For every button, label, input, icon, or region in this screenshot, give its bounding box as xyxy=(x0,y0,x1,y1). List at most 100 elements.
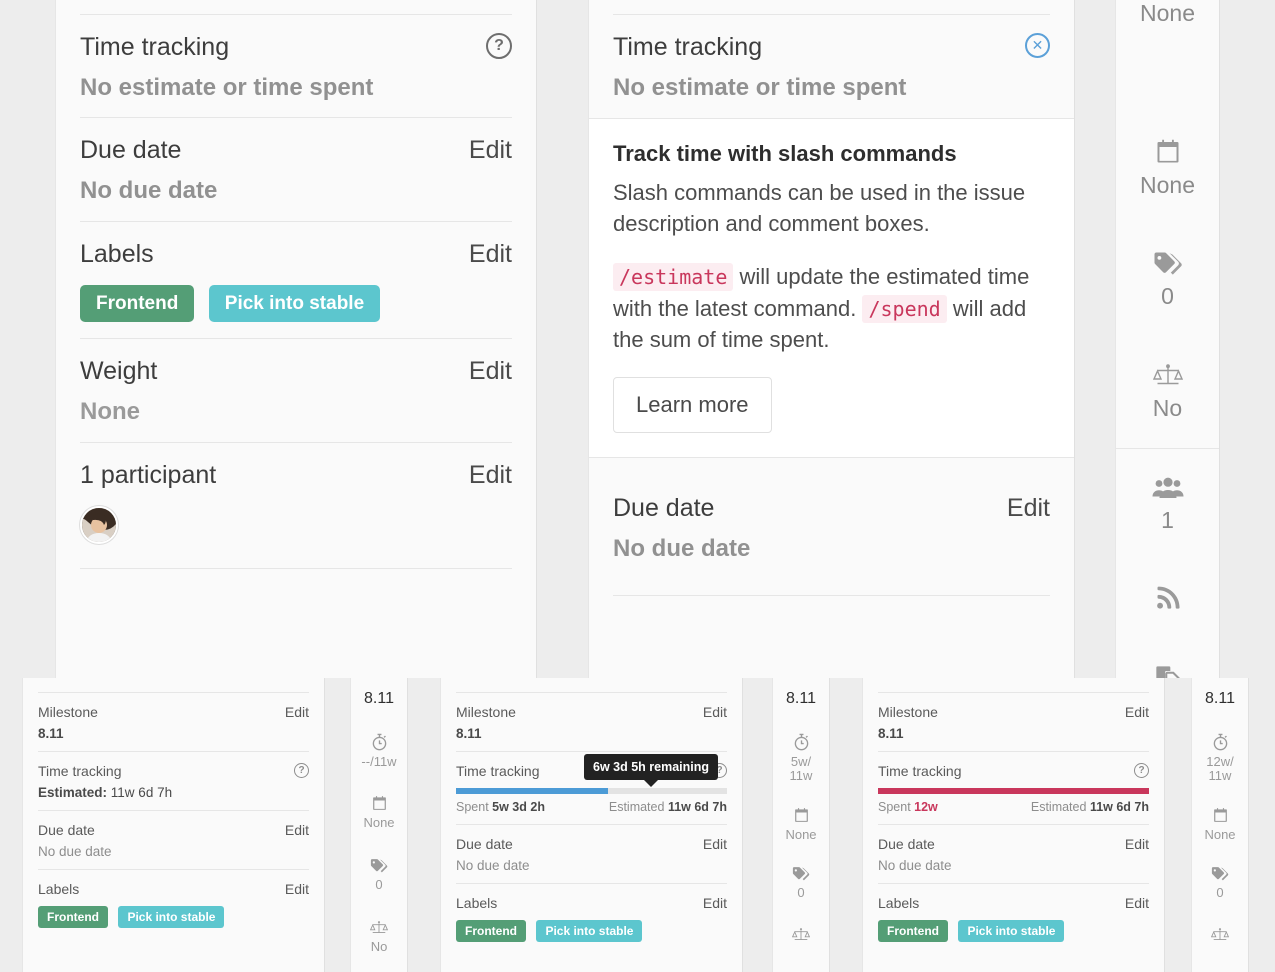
time-tracking-section: Time tracking ? 6w 3d 5h remaining Spent… xyxy=(441,752,742,824)
issue-sidebar-default: Time tracking ? No estimate or time spen… xyxy=(55,0,537,678)
label-chip[interactable]: Pick into stable xyxy=(536,920,642,942)
spent-value: 5w 3d 2h xyxy=(492,800,545,814)
collapsed-item-time-tracking[interactable]: 12w/ 11w xyxy=(1192,720,1248,796)
labels-edit-button[interactable]: Edit xyxy=(285,881,309,897)
collapsed-item-time-tracking[interactable]: 5w/ 11w xyxy=(773,720,829,796)
time-tracking-title: Time tracking xyxy=(456,763,540,779)
question-mark-icon[interactable]: ? xyxy=(1134,763,1149,778)
labels-edit-button[interactable]: Edit xyxy=(1125,895,1149,911)
milestone-collapsed-value[interactable]: 8.11 xyxy=(364,690,394,708)
progress-fill xyxy=(878,788,1149,794)
divider xyxy=(80,568,512,569)
avatar[interactable] xyxy=(80,506,118,544)
collapsed-item-due-date[interactable]: None xyxy=(351,782,407,844)
collapsed-item-weight[interactable]: No xyxy=(1116,336,1219,448)
milestone-section: Milestone Edit 8.11 xyxy=(441,693,742,751)
estimated-group: Estimated 11w 6d 7h xyxy=(1031,800,1149,814)
collapsed-item-weight[interactable] xyxy=(1192,912,1248,962)
question-mark-icon[interactable]: ? xyxy=(294,763,309,778)
participants-collapsed-value: 1 xyxy=(1161,508,1174,532)
due-date-title: Due date xyxy=(613,494,714,523)
learn-more-button[interactable]: Learn more xyxy=(613,377,772,433)
spent-group: Spent 5w 3d 2h xyxy=(456,800,545,814)
milestone-title: Milestone xyxy=(38,704,98,720)
collapsed-item-due-date[interactable]: None xyxy=(773,796,829,854)
collapsed-item-labels[interactable]: 0 xyxy=(773,854,829,912)
calendar-icon xyxy=(1212,807,1229,824)
weight-collapsed-value: No xyxy=(371,940,388,954)
estimated-value: 11w 6d 7h xyxy=(1090,800,1149,814)
due-date-collapsed-value: None xyxy=(785,828,816,842)
stopwatch-icon xyxy=(1212,733,1229,751)
milestone-edit-button[interactable]: Edit xyxy=(703,704,727,720)
time-tracking-progress-bar[interactable] xyxy=(456,788,727,794)
stopwatch-icon xyxy=(793,733,810,751)
label-chip[interactable]: Frontend xyxy=(38,906,108,928)
due-date-section: Due date Edit No due date xyxy=(23,811,324,869)
question-mark-icon[interactable]: ? xyxy=(486,33,512,59)
label-chip[interactable]: Pick into stable xyxy=(118,906,224,928)
due-date-section: Due date Edit No due date xyxy=(863,825,1164,883)
milestone-title: Milestone xyxy=(878,704,938,720)
due-date-edit-button[interactable]: Edit xyxy=(285,822,309,838)
time-tracking-collapsed-value: 5w/ 11w xyxy=(782,755,820,784)
labels-edit-button[interactable]: Edit xyxy=(703,895,727,911)
milestone-section: Milestone Edit 8.11 xyxy=(863,693,1164,751)
label-chip[interactable]: Pick into stable xyxy=(958,920,1064,942)
estimated-label: Estimated xyxy=(609,800,665,814)
popover-body: Slash commands can be used in the issue … xyxy=(613,177,1050,239)
collapsed-item-weight[interactable] xyxy=(773,912,829,962)
due-date-edit-button[interactable]: Edit xyxy=(703,836,727,852)
issue-sidebar-progress: Milestone Edit 8.11 Time tracking ? 6w 3… xyxy=(440,678,743,972)
labels-title: Labels xyxy=(38,881,79,897)
labels-tag-icon xyxy=(1211,866,1229,882)
time-remaining-tooltip: 6w 3d 5h remaining xyxy=(584,754,718,780)
milestone-edit-button[interactable]: Edit xyxy=(285,704,309,720)
collapsed-item-due-date[interactable]: None xyxy=(1116,112,1219,224)
time-tracking-legend: Spent 5w 3d 2h Estimated 11w 6d 7h xyxy=(456,800,727,814)
milestone-value: 8.11 xyxy=(38,726,309,741)
label-chip[interactable]: Pick into stable xyxy=(209,285,380,322)
milestone-collapsed-value[interactable]: 8.11 xyxy=(786,690,816,708)
labels-edit-button[interactable]: Edit xyxy=(469,240,512,269)
time-tracking-section: Time tracking ✕ No estimate or time spen… xyxy=(589,15,1074,118)
collapsed-item-due-date[interactable]: None xyxy=(1192,796,1248,854)
label-chip[interactable]: Frontend xyxy=(456,920,526,942)
divider xyxy=(613,595,1050,596)
collapsed-item-participants[interactable]: 1 xyxy=(1116,449,1219,561)
weight-scale-icon xyxy=(1153,363,1183,389)
collapsed-item-labels[interactable]: 0 xyxy=(351,844,407,906)
time-tracking-title: Time tracking xyxy=(613,33,762,62)
label-chip[interactable]: Frontend xyxy=(878,920,948,942)
time-tracking-title: Time tracking xyxy=(878,763,962,779)
time-tracking-section: Time tracking ? No estimate or time spen… xyxy=(56,15,536,117)
bottom-region: Milestone Edit 8.11 Time tracking ? Esti… xyxy=(0,678,1275,972)
weight-edit-button[interactable]: Edit xyxy=(469,357,512,386)
collapsed-item-time-tracking[interactable]: --/11w xyxy=(351,720,407,782)
due-date-edit-button[interactable]: Edit xyxy=(1007,494,1050,523)
label-chip[interactable]: Frontend xyxy=(80,285,194,322)
collapsed-sidebar: None None xyxy=(1115,0,1220,678)
due-date-edit-button[interactable]: Edit xyxy=(469,136,512,165)
time-tracking-progress-bar[interactable] xyxy=(878,788,1149,794)
milestone-collapsed-value[interactable]: 8.11 xyxy=(1205,690,1235,708)
labels-tag-icon xyxy=(792,866,810,882)
time-tracking-value: No estimate or time spent xyxy=(613,74,1050,102)
participants-edit-button[interactable]: Edit xyxy=(469,461,512,490)
due-date-section: Due date Edit No due date xyxy=(441,825,742,883)
due-date-collapsed-value: None xyxy=(1140,173,1195,197)
due-date-edit-button[interactable]: Edit xyxy=(1125,836,1149,852)
close-circle-icon[interactable]: ✕ xyxy=(1025,33,1050,58)
labels-collapsed-value: 0 xyxy=(797,886,804,900)
collapsed-sidebar: 8.11 --/11w xyxy=(350,678,408,972)
due-date-value: No due date xyxy=(38,844,309,859)
milestone-edit-button[interactable]: Edit xyxy=(1125,704,1149,720)
collapsed-item-labels[interactable]: 0 xyxy=(1116,224,1219,336)
progress-fill xyxy=(456,788,608,794)
estimate-command: /estimate xyxy=(613,263,733,291)
collapsed-item-weight[interactable]: No xyxy=(351,906,407,968)
milestone-collapsed-value[interactable]: None xyxy=(1140,0,1195,27)
collapsed-item-labels[interactable]: 0 xyxy=(1192,854,1248,912)
collapsed-item-notifications[interactable] xyxy=(1116,561,1219,641)
weight-collapsed-value: No xyxy=(1153,396,1182,420)
